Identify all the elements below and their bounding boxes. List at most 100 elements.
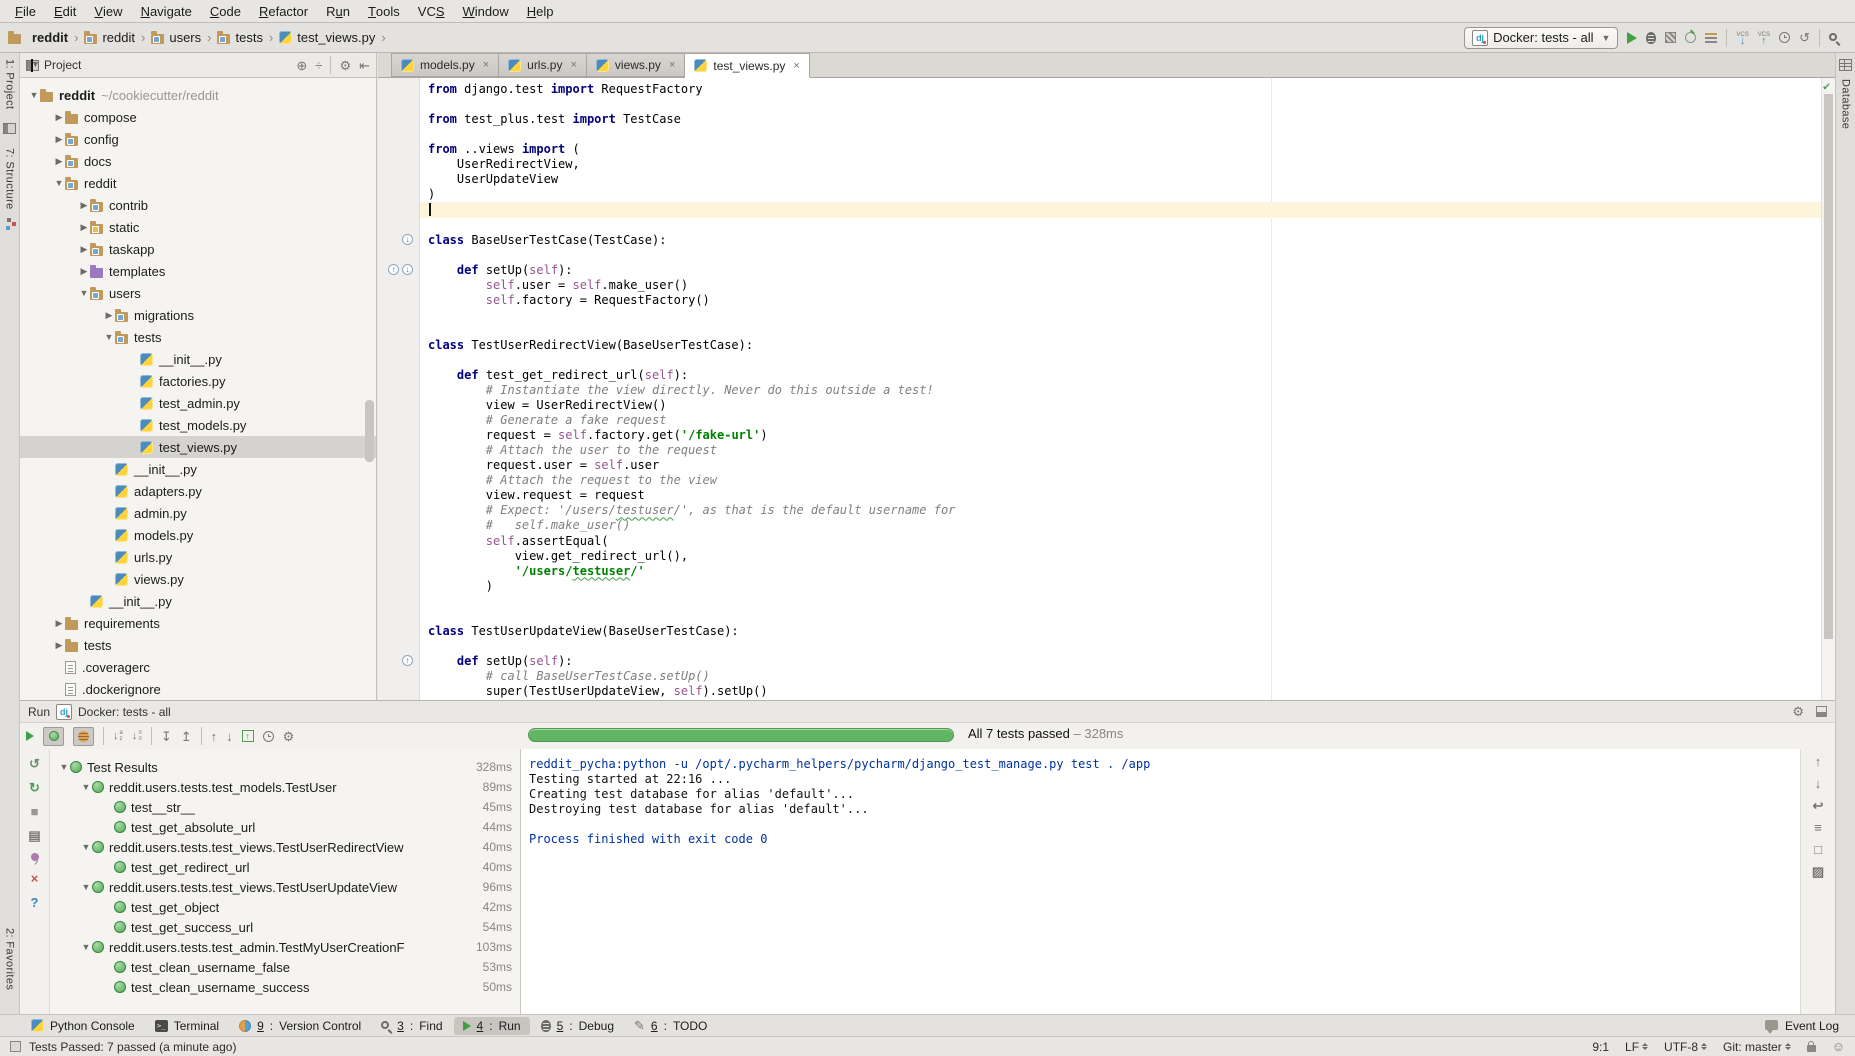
tree-item-admin-py[interactable]: admin.py [20, 502, 376, 524]
chevron-collapsed-icon[interactable]: ▶ [78, 244, 90, 255]
tree-item-adapters-py[interactable]: adapters.py [20, 480, 376, 502]
close-icon[interactable]: × [31, 872, 39, 885]
chevron-expanded-icon[interactable]: ▼ [103, 332, 115, 342]
tool-stripe-project[interactable]: 1: Project [4, 59, 16, 109]
menu-item-navigate[interactable]: Navigate [132, 0, 201, 22]
test-row-test_clean_username_false[interactable]: test_clean_username_false53ms [50, 957, 520, 977]
chevron-collapsed-icon[interactable]: ▶ [78, 200, 90, 211]
toolwindow-terminal[interactable]: >_Terminal [146, 1017, 228, 1035]
tree-item-compose[interactable]: ▶compose [20, 106, 376, 128]
tree-item-models-py[interactable]: models.py [20, 524, 376, 546]
print-icon[interactable]: □ [1814, 843, 1822, 856]
close-icon[interactable]: × [570, 59, 576, 71]
tree-item-factories-py[interactable]: factories.py [20, 370, 376, 392]
toolwindow-todo[interactable]: ✎6: TODO [625, 1017, 716, 1035]
test-row-test_clean_username_success[interactable]: test_clean_username_success50ms [50, 977, 520, 997]
tree-item-__init__-py[interactable]: __init__.py [20, 590, 376, 612]
menu-item-vcs[interactable]: VCS [409, 0, 454, 22]
test-row-test_get_redirect_url[interactable]: test_get_redirect_url40ms [50, 857, 520, 877]
show-passed-toggle[interactable] [43, 727, 64, 746]
vcs-commit-button[interactable]: VCS↑ [1758, 32, 1770, 44]
tree-item-templates[interactable]: ▶templates [20, 260, 376, 282]
run-gutter-up-icon[interactable]: ↑ [402, 655, 413, 666]
test-row-reddit-users-tests-test_views-TestUserRedirectView[interactable]: ▼reddit.users.tests.test_views.TestUserR… [50, 837, 520, 857]
tree-item-views-py[interactable]: views.py [20, 568, 376, 590]
structure-icon[interactable] [7, 218, 11, 222]
tree-item-contrib[interactable]: ▶contrib [20, 194, 376, 216]
test-row-test__str__[interactable]: test__str__45ms [50, 797, 520, 817]
menu-item-view[interactable]: View [85, 0, 131, 22]
stop-icon[interactable]: ■ [31, 805, 39, 818]
breadcrumb-item-test_views-py[interactable]: test_views.py [279, 30, 375, 45]
menu-item-tools[interactable]: Tools [359, 0, 409, 22]
breadcrumb-item-reddit[interactable]: reddit [8, 30, 68, 45]
chevron-collapsed-icon[interactable]: ▶ [78, 222, 90, 233]
tree-item-reddit[interactable]: ▼reddit ~/cookiecutter/reddit [20, 84, 376, 106]
tree-item-users[interactable]: ▼users [20, 282, 376, 304]
chevron-expanded-icon[interactable]: ▼ [80, 942, 92, 952]
hide-panel-icon[interactable]: ⇤ [359, 59, 370, 72]
tree-scrollbar[interactable] [365, 400, 374, 462]
chevron-expanded-icon[interactable]: ▼ [28, 90, 40, 100]
tree-item-test_admin-py[interactable]: test_admin.py [20, 392, 376, 414]
tab-urls-py[interactable]: urls.py× [499, 53, 587, 77]
soft-wrap-icon[interactable]: ↩ [1813, 799, 1824, 812]
tree-item-migrations[interactable]: ▶migrations [20, 304, 376, 326]
debug-button[interactable] [1646, 32, 1656, 44]
toolwindow-debug[interactable]: 5: Debug [532, 1017, 623, 1035]
menu-item-help[interactable]: Help [518, 0, 563, 22]
run-with-coverage-button[interactable] [1665, 32, 1676, 43]
previous-failed-icon[interactable]: ↑ [211, 730, 218, 743]
rollback-button[interactable]: ↺ [1799, 31, 1810, 44]
encoding-select[interactable]: UTF-8 [1664, 1040, 1707, 1054]
test-row-reddit-users-tests-test_models-TestUser[interactable]: ▼reddit.users.tests.test_models.TestUser… [50, 777, 520, 797]
menu-item-run[interactable]: Run [317, 0, 359, 22]
tool-stripe-structure[interactable]: 7: Structure [4, 148, 16, 210]
chevron-collapsed-icon[interactable]: ▶ [103, 310, 115, 321]
chevron-collapsed-icon[interactable]: ▶ [53, 112, 65, 123]
chevron-collapsed-icon[interactable]: ▶ [78, 266, 90, 277]
local-history-icon[interactable] [1779, 32, 1790, 43]
breadcrumb-item-users[interactable]: users [151, 30, 201, 45]
chevron-collapsed-icon[interactable]: ▶ [53, 156, 65, 167]
scrollbar-thumb[interactable] [1824, 94, 1833, 639]
import-test-results-icon[interactable]: ↑ [242, 730, 254, 742]
hector-inspector-icon[interactable]: ☺ [1832, 1040, 1845, 1053]
chevron-collapsed-icon[interactable]: ▶ [53, 640, 65, 651]
run-gutter-icons[interactable]: ↑ [402, 655, 413, 666]
tree-item-test_models-py[interactable]: test_models.py [20, 414, 376, 436]
tree-item-docs[interactable]: ▶docs [20, 150, 376, 172]
test-row-Test-Results[interactable]: ▼Test Results328ms [50, 757, 520, 777]
git-branch-select[interactable]: Git: master [1723, 1040, 1791, 1054]
tree-item-reddit[interactable]: ▼reddit [20, 172, 376, 194]
tree-item-__init__-py[interactable]: __init__.py [20, 458, 376, 480]
scroll-to-end-icon[interactable]: ≡ [1814, 821, 1822, 834]
chevron-collapsed-icon[interactable]: ▶ [53, 618, 65, 629]
toolwindow-find[interactable]: 3: Find [372, 1017, 451, 1035]
toolwindow-version-control[interactable]: 9: Version Control [230, 1017, 370, 1035]
rerun-icon[interactable]: ↺ [29, 757, 40, 770]
test-row-reddit-users-tests-test_views-TestUserUpdateView[interactable]: ▼reddit.users.tests.test_views.TestUserU… [50, 877, 520, 897]
project-panel-title[interactable]: Project [44, 58, 81, 72]
menu-item-edit[interactable]: Edit [45, 0, 85, 22]
chevron-expanded-icon[interactable]: ▼ [58, 762, 70, 772]
run-configuration-select[interactable]: dj Docker: tests - all ▼ [1464, 27, 1618, 49]
rerun-tests-button[interactable] [26, 731, 34, 741]
close-icon[interactable]: × [483, 59, 489, 71]
tree-item-__init__-py[interactable]: __init__.py [20, 348, 376, 370]
gear-icon[interactable]: ⚙ [339, 59, 351, 72]
tab-models-py[interactable]: models.py× [391, 53, 499, 77]
caret-position[interactable]: 9:1 [1592, 1040, 1609, 1054]
code-editor[interactable]: from django.test import RequestFactoryfr… [378, 78, 1835, 700]
toolwindow-python-console[interactable]: Python Console [22, 1017, 144, 1035]
dump-console-icon[interactable]: ▤ [28, 829, 40, 842]
test-row-test_get_absolute_url[interactable]: test_get_absolute_url44ms [50, 817, 520, 837]
tree-item-test_views-py[interactable]: test_views.py [20, 436, 376, 458]
tree-item-requirements[interactable]: ▶requirements [20, 612, 376, 634]
expand-all-icon[interactable]: ↧ [161, 730, 172, 743]
test-console-output[interactable]: reddit_pycha:python -u /opt/.pycharm_hel… [521, 749, 1800, 1014]
test-row-reddit-users-tests-test_admin-TestMyUserCreationF[interactable]: ▼reddit.users.tests.test_admin.TestMyUse… [50, 937, 520, 957]
run-button[interactable] [1627, 32, 1637, 44]
run-gutter-icons[interactable]: ↓ [402, 234, 413, 245]
run-gutter-up-icon[interactable]: ↑ [388, 264, 399, 275]
